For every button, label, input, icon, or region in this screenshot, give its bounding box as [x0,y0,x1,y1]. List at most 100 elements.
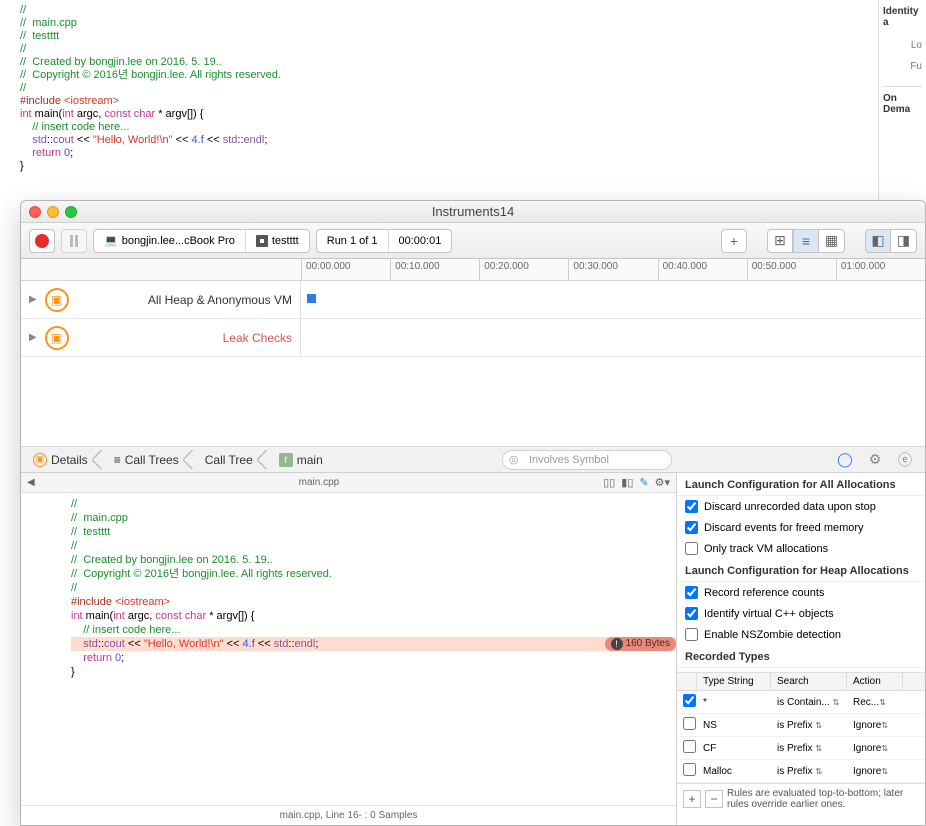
type-string-cell: CF [697,740,771,757]
config-section-header: Launch Configuration for All Allocations [677,473,925,496]
crumb-calltree[interactable]: Call Tree [193,447,267,472]
target-selector[interactable]: 💻bongjin.lee...cBook Pro testttt [93,229,310,253]
search-cell[interactable]: is Prefix ⇅ [771,740,847,757]
search-cell[interactable]: is Prefix ⇅ [771,717,847,734]
window-title: Instruments14 [21,204,925,219]
ruler-tick: 00:40.000 [658,259,747,280]
ruler-tick: 00:30.000 [568,259,657,280]
symbol-search-input[interactable]: Involves Symbol [502,450,672,470]
plus-icon: + [730,233,738,249]
window-titlebar[interactable]: Instruments14 [21,201,925,223]
add-instrument-button[interactable]: + [721,229,747,253]
disclosure-icon[interactable]: ▶ [29,294,37,305]
view-col1-icon[interactable]: ▯▯ [603,476,615,489]
type-string-cell: Malloc [697,763,771,780]
row-checkbox[interactable] [683,740,696,753]
config-checkbox-label: Record reference counts [704,587,824,599]
table-header[interactable]: Search [771,673,847,690]
gear-icon[interactable]: ⚙▾ [655,476,670,489]
leak-bytes-badge[interactable]: 160 Bytes [605,637,676,651]
extended-detail-icon[interactable]: ⓔ [897,452,913,468]
config-checkbox-row[interactable]: Discard unrecorded data upon stop [677,496,925,517]
config-section-header: Launch Configuration for Heap Allocation… [677,559,925,582]
config-checkbox[interactable] [685,521,698,534]
details-icon: ▣ [33,453,47,467]
nav-back-icon[interactable]: ◀ [27,477,35,488]
strategy-icon-button[interactable]: ⊞ [767,229,793,253]
main-toolbar: 💻bongjin.lee...cBook Pro testttt Run 1 o… [21,223,925,259]
table-header[interactable]: Type String [697,673,771,690]
target-label: bongjin.lee...cBook Pro [122,235,235,247]
crumb-main[interactable]: fmain [267,447,337,472]
table-row[interactable]: *is Contain... ⇅Rec...⇅ [677,691,925,714]
remove-rule-button[interactable]: − [705,790,723,808]
track-row[interactable]: ▶▣Leak Checks [21,319,925,357]
config-checkbox-label: Discard events for freed memory [704,522,864,534]
elapsed-time: 00:00:01 [389,230,452,252]
track-label: Leak Checks [77,331,292,345]
table-row[interactable]: CFis Prefix ⇅Ignore⇅ [677,737,925,760]
ruler-tick: 00:50.000 [747,259,836,280]
process-icon [256,235,268,247]
config-checkbox-label: Identify virtual C++ objects [704,608,834,620]
row-checkbox[interactable] [683,763,696,776]
run-label: Run 1 of 1 [317,230,389,252]
display-settings-icon[interactable]: ⚙ [867,452,883,468]
process-label: testttt [272,235,299,247]
row-checkbox[interactable] [683,694,696,707]
row-checkbox[interactable] [683,717,696,730]
strategy-list-button[interactable]: ≡ [793,229,819,253]
crumb-details[interactable]: ▣Details [21,447,102,472]
pause-button[interactable] [61,229,87,253]
strategy-grid-button[interactable]: ▦ [819,229,845,253]
left-panel-button[interactable]: ◧ [865,229,891,253]
panel-buttons: ◧ ◨ [865,229,917,253]
highlighted-leak-line[interactable]: std::cout << "Hello, World!\n" << 4.f <<… [71,637,676,651]
table-header[interactable]: Action [847,673,903,690]
config-checkbox[interactable] [685,500,698,513]
record-button[interactable] [29,229,55,253]
footer-text: Rules are evaluated top-to-bottom; later… [727,788,919,810]
right-panel-button[interactable]: ◨ [891,229,917,253]
config-checkbox-row[interactable]: Only track VM allocations [677,538,925,559]
action-cell[interactable]: Rec...⇅ [847,694,903,711]
config-checkbox-row[interactable]: Discard events for freed memory [677,517,925,538]
search-cell[interactable]: is Contain... ⇅ [771,694,847,711]
config-checkbox[interactable] [685,586,698,599]
config-checkbox-label: Discard unrecorded data upon stop [704,501,876,513]
detail-bar: ▣Details ≡ Call Trees Call Tree fmain In… [21,447,925,473]
on-demand-header: On Dema [883,86,922,115]
view-col2-icon[interactable]: ▮▯ [621,476,633,489]
config-checkbox-row[interactable]: Enable NSZombie detection [677,624,925,645]
annotation-icon[interactable]: ✎ [639,476,648,489]
config-checkbox[interactable] [685,607,698,620]
instruments-window: Instruments14 💻bongjin.lee...cBook Pro t… [20,200,926,826]
config-footer: +−Rules are evaluated top-to-bottom; lat… [677,783,925,814]
disclosure-icon[interactable]: ▶ [29,332,37,343]
table-header[interactable] [677,673,697,690]
action-cell[interactable]: Ignore⇅ [847,763,903,780]
ruler-tick: 00:20.000 [479,259,568,280]
track-row[interactable]: ▶▣All Heap & Anonymous VM [21,281,925,319]
code-body[interactable]: //// main.cpp// testttt//// Created by b… [21,493,676,805]
record-settings-icon[interactable]: ◯ [837,452,853,468]
add-rule-button[interactable]: + [683,790,701,808]
type-string-cell: * [697,694,771,711]
config-checkbox[interactable] [685,628,698,641]
search-cell[interactable]: is Prefix ⇅ [771,763,847,780]
run-info[interactable]: Run 1 of 1 00:00:01 [316,229,453,253]
function-icon: f [279,453,293,467]
config-checkbox-row[interactable]: Identify virtual C++ objects [677,603,925,624]
table-row[interactable]: NSis Prefix ⇅Ignore⇅ [677,714,925,737]
action-cell[interactable]: Ignore⇅ [847,717,903,734]
crumb-calltrees[interactable]: ≡ Call Trees [102,447,193,472]
table-row[interactable]: Mallocis Prefix ⇅Ignore⇅ [677,760,925,783]
time-ruler[interactable]: 00:00.00000:10.00000:20.00000:30.00000:4… [21,259,925,281]
tracks-area: ▶▣All Heap & Anonymous VM▶▣Leak Checks [21,281,925,357]
config-checkbox-row[interactable]: Record reference counts [677,582,925,603]
action-cell[interactable]: Ignore⇅ [847,740,903,757]
strategy-buttons: ⊞ ≡ ▦ [767,229,845,253]
code-header: ◀ main.cpp ▯▯ ▮▯ ✎ ⚙▾ [21,473,676,493]
instrument-icon: ▣ [45,288,69,312]
config-checkbox[interactable] [685,542,698,555]
